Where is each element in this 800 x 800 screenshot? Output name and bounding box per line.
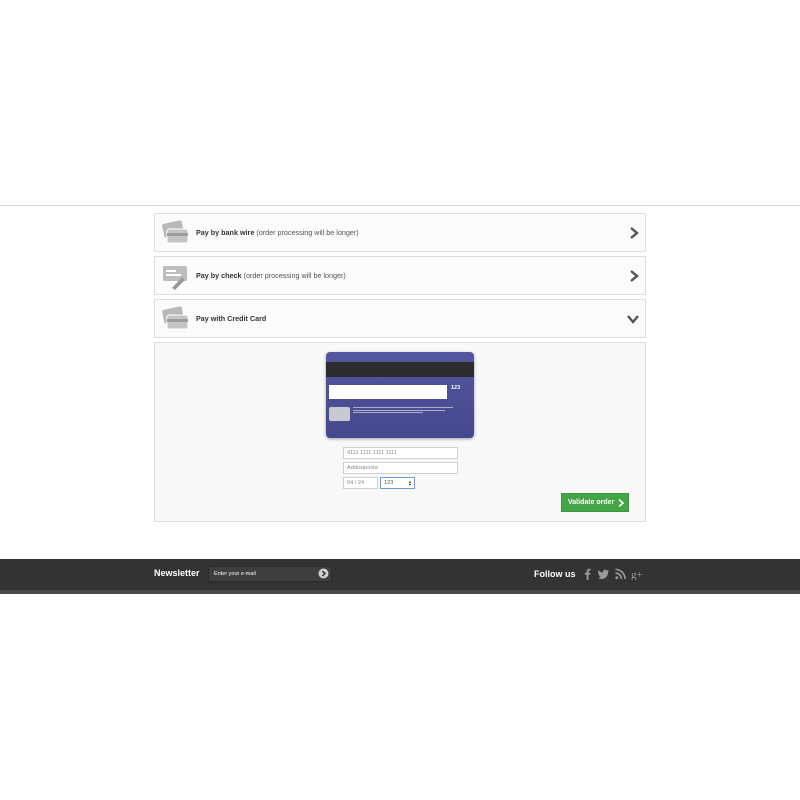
- payment-option-check[interactable]: Pay by check (order processing will be l…: [154, 256, 646, 295]
- validate-order-label: Validate order: [568, 499, 615, 506]
- validate-order-button[interactable]: Validate order: [561, 493, 629, 512]
- credit-card-icon: [162, 306, 189, 330]
- signature-strip: [329, 385, 447, 399]
- payment-option-label: Pay with Credit Card: [196, 314, 266, 323]
- payment-option-bank-wire[interactable]: Pay by bank wire (order processing will …: [154, 213, 646, 252]
- payment-option-name: Pay by check: [196, 271, 242, 280]
- card-expiry-input[interactable]: 04 / 24: [343, 477, 378, 489]
- header-divider: [0, 205, 800, 206]
- payment-option-label: Pay by check (order processing will be l…: [196, 271, 346, 280]
- footer-bottom-bar: [0, 590, 800, 594]
- magnetic-stripe: [326, 362, 474, 377]
- cardholder-name-input[interactable]: Addosiposta: [343, 462, 458, 474]
- follow-us-title: Follow us: [534, 569, 576, 579]
- card-cvc-value: 123: [384, 480, 394, 486]
- check-icon: [163, 266, 187, 290]
- payment-option-credit-card[interactable]: Pay with Credit Card: [154, 299, 646, 338]
- footer: Newsletter Enter your e-mail Follow us g…: [0, 559, 800, 594]
- chevron-down-icon: [627, 315, 639, 324]
- newsletter-submit-icon[interactable]: [318, 568, 329, 579]
- header-area: [0, 0, 800, 205]
- rss-icon[interactable]: [615, 568, 626, 580]
- payment-option-note: (order processing will be longer): [243, 271, 346, 280]
- bank-card-icon: [162, 220, 189, 244]
- twitter-icon[interactable]: [598, 568, 609, 580]
- payment-option-note: (order processing will be longer): [256, 228, 359, 237]
- facebook-icon[interactable]: [582, 568, 593, 580]
- credit-card-panel: 123 4111 1111 1111 1111 Addosiposta 04 /…: [154, 342, 646, 522]
- payment-methods-list: Pay by bank wire (order processing will …: [154, 213, 646, 342]
- card-cvv-preview: 123: [451, 385, 461, 391]
- google-plus-icon[interactable]: g+: [631, 568, 643, 580]
- newsletter-title: Newsletter: [154, 568, 200, 578]
- card-fine-print: [353, 407, 453, 414]
- chevron-right-icon: [618, 499, 624, 507]
- chevron-right-icon: [630, 227, 639, 239]
- payment-option-name: Pay by bank wire: [196, 228, 255, 237]
- card-preview: 123: [326, 352, 474, 438]
- payment-option-label: Pay by bank wire (order processing will …: [196, 228, 359, 237]
- svg-text:g+: g+: [631, 569, 643, 580]
- card-number-input[interactable]: 4111 1111 1111 1111: [343, 447, 458, 459]
- chevron-right-icon: [630, 270, 639, 282]
- stepper-arrows-icon[interactable]: ▲ ▼: [408, 480, 412, 487]
- payment-option-name: Pay with Credit Card: [196, 314, 267, 323]
- card-chip: [329, 407, 350, 421]
- newsletter-email-input[interactable]: Enter your e-mail: [208, 566, 332, 582]
- card-cvc-input[interactable]: 123 ▲ ▼: [380, 477, 415, 489]
